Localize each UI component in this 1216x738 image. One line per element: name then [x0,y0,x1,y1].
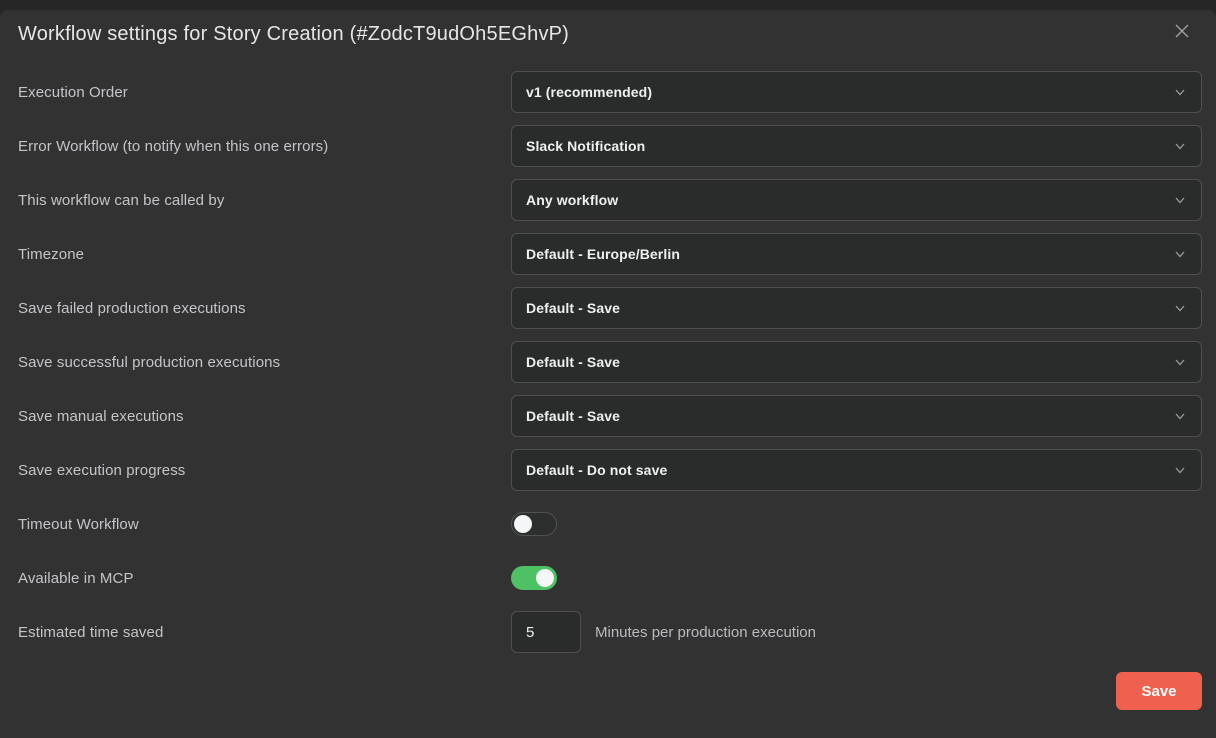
close-button[interactable] [1170,21,1194,45]
close-icon [1174,23,1190,44]
row-save-failed: Save failed production executions Defaul… [18,287,1202,329]
workflow-settings-modal: Workflow settings for Story Creation (#Z… [0,10,1216,738]
save-successful-value: Default - Save [526,354,620,370]
row-timezone: Timezone Default - Europe/Berlin [18,233,1202,275]
row-save-manual: Save manual executions Default - Save [18,395,1202,437]
chevron-down-icon [1173,139,1187,153]
settings-form: Execution Order v1 (recommended) Error W… [18,71,1202,653]
row-available-in-mcp: Available in MCP [18,557,1202,599]
chevron-down-icon [1173,463,1187,477]
save-failed-select[interactable]: Default - Save [511,287,1202,329]
execution-order-label: Execution Order [18,84,511,101]
toggle-knob [514,515,532,533]
chevron-down-icon [1173,193,1187,207]
save-manual-value: Default - Save [526,408,620,424]
save-failed-label: Save failed production executions [18,300,511,317]
timeout-workflow-label: Timeout Workflow [18,516,511,533]
modal-footer: Save [18,672,1202,710]
row-error-workflow: Error Workflow (to notify when this one … [18,125,1202,167]
save-successful-select[interactable]: Default - Save [511,341,1202,383]
called-by-select[interactable]: Any workflow [511,179,1202,221]
chevron-down-icon [1173,247,1187,261]
estimated-time-saved-label: Estimated time saved [18,624,511,641]
toggle-knob [536,569,554,587]
error-workflow-select[interactable]: Slack Notification [511,125,1202,167]
save-progress-value: Default - Do not save [526,462,667,478]
time-saved-suffix: Minutes per production execution [595,624,816,641]
called-by-value: Any workflow [526,192,618,208]
execution-order-select[interactable]: v1 (recommended) [511,71,1202,113]
row-timeout-workflow: Timeout Workflow [18,503,1202,545]
save-progress-label: Save execution progress [18,462,511,479]
chevron-down-icon [1173,355,1187,369]
timeout-workflow-toggle[interactable] [511,512,557,536]
modal-title: Workflow settings for Story Creation (#Z… [18,23,1202,46]
execution-order-value: v1 (recommended) [526,84,652,100]
row-save-progress: Save execution progress Default - Do not… [18,449,1202,491]
chevron-down-icon [1173,409,1187,423]
row-estimated-time-saved: Estimated time saved Minutes per product… [18,611,1202,653]
save-progress-select[interactable]: Default - Do not save [511,449,1202,491]
row-save-successful: Save successful production executions De… [18,341,1202,383]
save-button[interactable]: Save [1116,672,1202,710]
available-in-mcp-label: Available in MCP [18,570,511,587]
save-manual-label: Save manual executions [18,408,511,425]
chevron-down-icon [1173,301,1187,315]
chevron-down-icon [1173,85,1187,99]
error-workflow-value: Slack Notification [526,138,645,154]
called-by-label: This workflow can be called by [18,192,511,209]
available-in-mcp-toggle[interactable] [511,566,557,590]
error-workflow-label: Error Workflow (to notify when this one … [18,138,511,155]
timezone-value: Default - Europe/Berlin [526,246,680,262]
modal-header: Workflow settings for Story Creation (#Z… [18,23,1202,47]
row-execution-order: Execution Order v1 (recommended) [18,71,1202,113]
save-manual-select[interactable]: Default - Save [511,395,1202,437]
save-successful-label: Save successful production executions [18,354,511,371]
timezone-select[interactable]: Default - Europe/Berlin [511,233,1202,275]
save-failed-value: Default - Save [526,300,620,316]
estimated-time-saved-input[interactable] [511,611,581,653]
timezone-label: Timezone [18,246,511,263]
row-called-by: This workflow can be called by Any workf… [18,179,1202,221]
